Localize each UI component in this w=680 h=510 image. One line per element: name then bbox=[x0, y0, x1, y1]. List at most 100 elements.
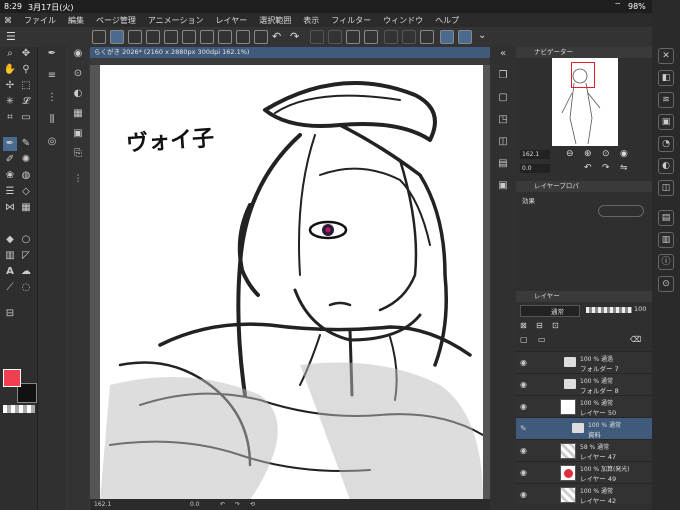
close-icon[interactable]: ✕ bbox=[658, 48, 674, 64]
fit-icon[interactable]: ⊙ bbox=[602, 149, 610, 159]
history-icon[interactable]: ▥ bbox=[658, 232, 674, 248]
material-icon[interactable]: ▣ bbox=[658, 114, 674, 130]
delete-layer-icon[interactable]: ⌫ bbox=[630, 335, 641, 344]
visibility-icon[interactable]: ◉ bbox=[520, 446, 527, 455]
bookmark-icon[interactable]: ❐ bbox=[496, 69, 510, 83]
layers-icon[interactable]: ◫ bbox=[496, 135, 510, 149]
crop-icon[interactable] bbox=[364, 30, 378, 44]
canvas-zoom-value[interactable]: 162.1 bbox=[94, 499, 111, 510]
auto-select-icon[interactable]: ✳ bbox=[3, 95, 17, 109]
reset-rotation-icon[interactable]: ⟲ bbox=[250, 499, 255, 510]
speech-icon[interactable]: ◌ bbox=[19, 281, 33, 295]
rotate-right-icon[interactable]: ↷ bbox=[235, 499, 240, 510]
app-menu-icon[interactable]: ⌘ bbox=[4, 16, 12, 25]
save-icon[interactable] bbox=[200, 30, 214, 44]
snap-special-ruler-icon[interactable] bbox=[458, 30, 472, 44]
collapse-icon[interactable]: « bbox=[496, 47, 510, 61]
rotate-ccw-icon[interactable]: ↶ bbox=[584, 163, 592, 173]
lock-icon[interactable]: ⊠ bbox=[520, 321, 527, 330]
pages-icon[interactable]: ▤ bbox=[496, 157, 510, 171]
rule-icon[interactable]: ☰ bbox=[3, 185, 17, 199]
image-material-icon[interactable]: ▣ bbox=[71, 127, 85, 141]
menu-filter[interactable]: フィルター bbox=[331, 15, 371, 26]
text-icon[interactable]: A bbox=[3, 265, 17, 279]
rotate-left-icon[interactable]: ↶ bbox=[220, 499, 225, 510]
drawing-canvas[interactable]: ヴォイ子 bbox=[100, 65, 483, 500]
navigator-header[interactable]: ナビゲーター bbox=[516, 47, 652, 58]
color-wheel-icon[interactable]: ◔ bbox=[658, 136, 674, 152]
layer-panel-header[interactable]: レイヤー bbox=[516, 291, 652, 302]
clear-icon[interactable] bbox=[328, 30, 342, 44]
frame-icon-2[interactable]: ▢ bbox=[496, 91, 510, 105]
opacity-slider[interactable] bbox=[586, 307, 632, 313]
new-layer-icon[interactable]: ▢ bbox=[520, 335, 528, 344]
eraser-icon[interactable]: ▭ bbox=[19, 111, 33, 125]
layer-row[interactable]: ◉ 100 % 通過 フォルダー 7 bbox=[516, 351, 652, 373]
figure-icon[interactable]: ◸ bbox=[19, 249, 33, 263]
operation-icon[interactable]: ✢ bbox=[3, 79, 17, 93]
zoom-icon[interactable]: ⌕ bbox=[3, 47, 17, 61]
bowtie-icon[interactable]: ⋈ bbox=[3, 201, 17, 215]
effect-buttons[interactable] bbox=[598, 205, 644, 217]
foreground-color-swatch[interactable] bbox=[3, 369, 21, 387]
menu-animation[interactable]: アニメーション bbox=[148, 15, 204, 26]
selection-border-icon[interactable] bbox=[420, 30, 434, 44]
chevron-down-icon[interactable]: ⌄ bbox=[478, 30, 486, 41]
reference-icon[interactable]: ⊡ bbox=[552, 321, 559, 330]
sub-tool-target-icon[interactable]: ◎ bbox=[45, 135, 59, 149]
camera-icon[interactable]: ◳ bbox=[496, 113, 510, 127]
sub-tool-pen-icon[interactable]: ✒ bbox=[45, 47, 59, 61]
menu-help[interactable]: ヘルプ bbox=[435, 15, 459, 26]
info-icon[interactable]: ⓘ bbox=[658, 254, 674, 270]
grid-icon[interactable]: ▦ bbox=[71, 107, 85, 121]
menu-icon[interactable] bbox=[92, 30, 106, 44]
menu-window[interactable]: ウィンドウ bbox=[383, 15, 423, 26]
share-icon[interactable] bbox=[236, 30, 250, 44]
visibility-icon[interactable]: ◉ bbox=[520, 490, 527, 499]
sliders-icon[interactable]: ⫶ bbox=[71, 173, 85, 187]
select-icon[interactable]: ⬚ bbox=[19, 79, 33, 93]
opacity-value[interactable]: 100 bbox=[634, 305, 646, 313]
image-icon[interactable] bbox=[146, 30, 160, 44]
settings-icon[interactable] bbox=[254, 30, 268, 44]
zoom-out-icon[interactable]: ⊖ bbox=[566, 149, 574, 159]
sub-view-icon[interactable]: ⊙ bbox=[658, 276, 674, 292]
balloon-icon[interactable]: ☁ bbox=[19, 265, 33, 279]
layer-stack-icon[interactable]: ≋ bbox=[658, 92, 674, 108]
invert-selection-icon[interactable] bbox=[402, 30, 416, 44]
canvas-angle-value[interactable]: 0.0 bbox=[190, 499, 200, 510]
ruler-icon[interactable]: ⟋ bbox=[3, 281, 17, 295]
search-icon[interactable]: ⚲ bbox=[19, 63, 33, 77]
navigator-preview[interactable] bbox=[552, 58, 618, 146]
layer-row[interactable]: ◉ 100 % 加算(発光) レイヤー 49 bbox=[516, 461, 652, 483]
undo-icon[interactable]: ↶ bbox=[272, 30, 281, 43]
pencil-icon[interactable]: ✎ bbox=[19, 137, 33, 151]
fill-bucket-icon[interactable]: ◆ bbox=[3, 233, 17, 247]
zoom-in-icon[interactable]: ⊕ bbox=[584, 149, 592, 159]
menu-view[interactable]: 表示 bbox=[303, 15, 319, 26]
airbrush-icon[interactable]: ✺ bbox=[19, 153, 33, 167]
layer-row[interactable]: ◉ 58 % 通常 レイヤー 47 bbox=[516, 439, 652, 461]
transparent-color-swatch[interactable] bbox=[3, 405, 35, 413]
eyedropper-icon[interactable]: ⌗ bbox=[3, 111, 17, 125]
menu-edit[interactable]: 編集 bbox=[68, 15, 84, 26]
pen-mode-icon[interactable] bbox=[110, 30, 124, 44]
brush-icon[interactable]: ✐ bbox=[3, 153, 17, 167]
brush-panel-icon[interactable]: ◐ bbox=[658, 158, 674, 174]
pen-icon[interactable]: ✒ bbox=[3, 137, 17, 151]
transform-icon[interactable] bbox=[310, 30, 324, 44]
checker-icon[interactable]: ▦ bbox=[19, 201, 33, 215]
sub-tool-menu-icon[interactable]: ⋮ bbox=[45, 91, 59, 105]
timeline-icon[interactable]: ▤ bbox=[658, 210, 674, 226]
flip-icon[interactable]: ⇋ bbox=[620, 163, 628, 173]
menu-file[interactable]: ファイル bbox=[24, 15, 56, 26]
frame-icon[interactable]: ⊟ bbox=[3, 307, 17, 321]
new-document-icon[interactable] bbox=[128, 30, 142, 44]
navigator-zoom[interactable]: 162.1 bbox=[520, 150, 550, 159]
layer-row[interactable]: ✎ 100 % 通常 資料 bbox=[516, 417, 652, 439]
decoration-icon[interactable]: ❀ bbox=[3, 169, 17, 183]
blend-mode-select[interactable]: 通常 bbox=[520, 305, 580, 317]
visibility-icon[interactable]: ◉ bbox=[520, 380, 527, 389]
menu-layer[interactable]: レイヤー bbox=[216, 15, 248, 26]
gradient-icon[interactable]: ▥ bbox=[3, 249, 17, 263]
